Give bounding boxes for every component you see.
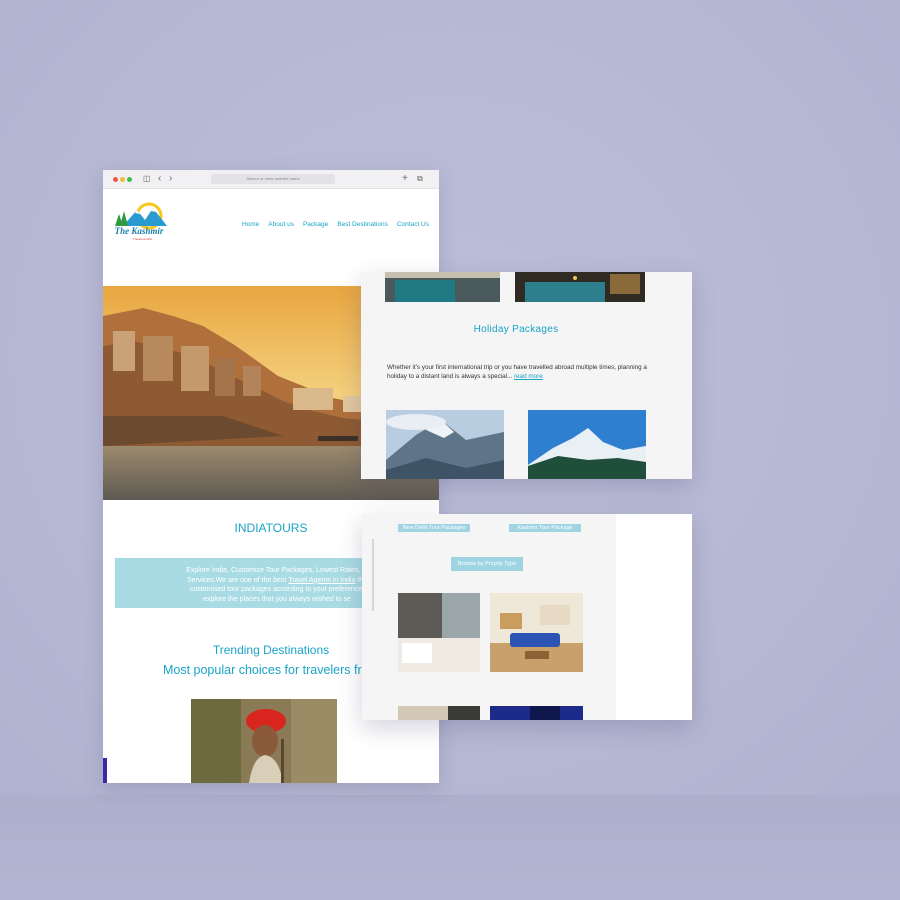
nav-best-destinations[interactable]: Best Destinations [337, 221, 388, 228]
address-bar[interactable]: Search or enter website name [211, 174, 335, 184]
back-icon[interactable]: ‹ [158, 173, 161, 185]
browser-toolbar: ◫ ‹ › Search or enter website name + ⧉ [103, 170, 439, 189]
mountain-photo-2[interactable] [528, 410, 646, 479]
browse-by-property-type-button[interactable]: Browse by Proprty Type [451, 557, 523, 571]
tag-new-delhi-tour-packages[interactable]: New Delhi Tour Packages [398, 524, 470, 532]
main-nav: Home About us Package Best Destinations … [242, 221, 429, 228]
forward-icon[interactable]: › [169, 173, 172, 185]
read-more-link[interactable]: read more [514, 373, 543, 380]
logo-title: The Kashmir [114, 226, 164, 236]
pool-photo-1[interactable] [385, 272, 500, 302]
room-photo-3[interactable] [398, 706, 480, 720]
scrollbar[interactable] [372, 539, 374, 611]
holiday-packages-card: Holiday Packages Whether it's your first… [361, 272, 692, 479]
maximize-window-button[interactable] [127, 177, 132, 182]
sidebar-icon[interactable]: ◫ [143, 173, 151, 185]
nav-package[interactable]: Package [303, 221, 328, 228]
new-tab-icon[interactable]: + [402, 173, 408, 185]
tag-kashmir-tour-package[interactable]: Kashmir Tour Package [509, 524, 581, 532]
holiday-packages-text: Whether it's your first international tr… [387, 364, 647, 380]
holiday-packages-title: Holiday Packages [473, 324, 559, 335]
logo-subtitle: Travelers Hills [133, 237, 152, 241]
nav-home[interactable]: Home [242, 221, 259, 228]
nav-contact-us[interactable]: Contact Us [397, 221, 429, 228]
tour-packages-card: New Delhi Tour Packages Kashmir Tour Pac… [362, 514, 692, 720]
room-photo-2[interactable] [490, 593, 583, 672]
minimize-window-button[interactable] [120, 177, 125, 182]
background-floor [0, 795, 900, 900]
pool-photo-2[interactable] [515, 272, 645, 302]
tabs-icon[interactable]: ⧉ [417, 173, 423, 185]
mountain-photo-1[interactable] [386, 410, 504, 479]
travel-agents-link[interactable]: Travel Agents in India [288, 577, 355, 584]
card-side-panel [616, 514, 692, 720]
traveler-photo[interactable] [191, 699, 337, 783]
room-photo-1[interactable] [398, 593, 480, 672]
room-photo-4[interactable] [490, 706, 583, 720]
page-accent-bar [103, 758, 107, 783]
address-placeholder: Search or enter website name [246, 176, 300, 181]
nav-about-us[interactable]: About us [268, 221, 294, 228]
close-window-button[interactable] [113, 177, 118, 182]
